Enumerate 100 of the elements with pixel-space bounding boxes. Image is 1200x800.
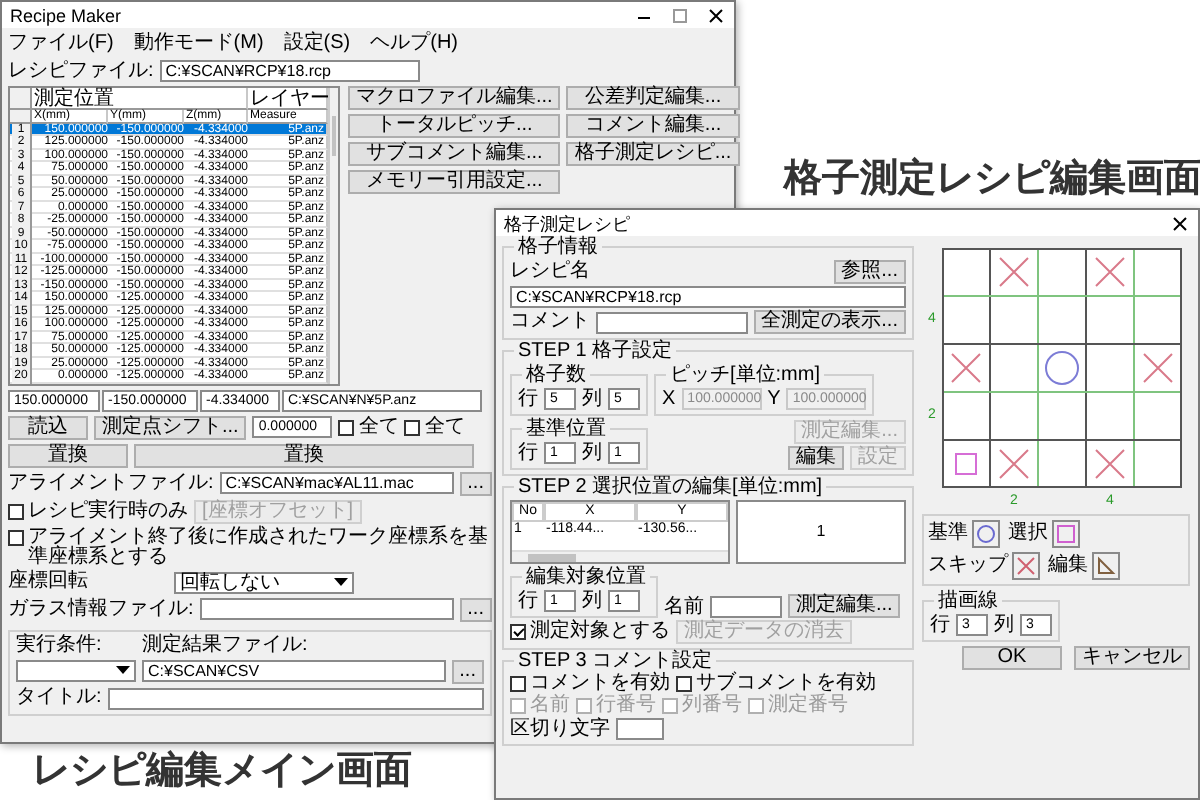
browse-button[interactable]: ... — [459, 597, 492, 621]
menu-item[interactable]: ファイル(F) — [8, 34, 114, 54]
field-label: 区切り文字 — [510, 719, 610, 739]
cross-mark — [999, 257, 1029, 287]
cross-mark — [1143, 353, 1173, 383]
field-label: コメント — [510, 312, 590, 332]
input-field[interactable] — [107, 687, 484, 709]
caption-text: レシピ編集メイン画面 — [32, 748, 412, 792]
input-field[interactable] — [616, 718, 664, 740]
checkbox[interactable]: 全て — [404, 417, 465, 437]
checkbox[interactable]: コメントを有効 — [510, 674, 670, 694]
preview-number: 1 — [816, 522, 826, 542]
checkbox[interactable]: レシピ実行時のみ — [8, 501, 188, 521]
field-label: レシピファイル: — [8, 61, 154, 81]
lattice-grid[interactable] — [942, 248, 1182, 488]
cross-mark — [1095, 449, 1125, 479]
maximize-icon[interactable] — [670, 5, 690, 25]
group-label: STEP 3 コメント設定 — [514, 652, 717, 672]
checkbox[interactable]: 測定対象とする — [510, 622, 670, 642]
group-label: 編集対象位置 — [522, 568, 650, 588]
circle-icon[interactable] — [972, 520, 1000, 548]
browse-button[interactable]: ... — [451, 659, 484, 683]
menu-item[interactable]: ヘルプ(H) — [370, 34, 459, 54]
checkbox[interactable]: アライメント終了後に作成されたワーク座標系を基準座標系とする — [8, 527, 492, 567]
recipe-file-field[interactable]: C:¥SCAN¥RCP¥18.rcp — [159, 60, 420, 82]
replace-button[interactable]: 置換 — [8, 443, 128, 467]
input-field[interactable] — [710, 596, 782, 618]
field-label: ガラス情報ファイル: — [8, 599, 194, 619]
measure-edit-button[interactable]: 測定編集... — [788, 594, 901, 618]
load-button[interactable]: 読込 — [8, 415, 88, 439]
cross-mark — [999, 449, 1029, 479]
circle-mark — [1045, 351, 1079, 385]
cancel-button[interactable]: キャンセル — [1074, 646, 1190, 670]
group-label: 格子情報 — [514, 238, 602, 258]
window-title: Recipe Maker — [10, 5, 122, 25]
action-button[interactable]: 格子測定レシピ... — [566, 142, 740, 166]
replace-button[interactable]: 置換 — [134, 443, 474, 467]
checkbox[interactable]: サブコメントを有効 — [676, 674, 876, 694]
square-mark — [955, 453, 977, 475]
input-field[interactable]: C:¥SCAN¥CSV — [142, 660, 446, 682]
legend-label: スキップ — [928, 556, 1008, 576]
group-label: ピッチ[単位:mm] — [666, 366, 824, 386]
cross-mark — [951, 353, 981, 383]
browse-button[interactable]: ... — [459, 471, 492, 495]
edit-button[interactable]: 編集 — [788, 446, 844, 470]
field-label: 列 — [994, 615, 1014, 635]
field-label: 名前 — [664, 598, 704, 618]
checkbox[interactable]: 全て — [338, 417, 399, 437]
triangle-icon[interactable] — [1092, 552, 1120, 580]
field-label: 行 — [518, 443, 538, 463]
field-label: 列 — [582, 389, 602, 409]
field-label: 行 — [930, 615, 950, 635]
column-group-header: 測定位置 — [32, 88, 248, 110]
action-button[interactable]: マクロファイル編集... — [348, 86, 561, 110]
field-label: タイトル: — [16, 688, 102, 708]
cross-icon[interactable] — [1012, 552, 1040, 580]
field-label: 実行条件: — [16, 635, 104, 655]
field-label: 行 — [518, 389, 538, 409]
field-label: 列 — [582, 591, 602, 611]
show-all-button[interactable]: 全測定の表示... — [753, 310, 906, 334]
group-label: 格子数 — [522, 366, 590, 386]
dropdown[interactable]: 回転しない — [174, 571, 354, 593]
action-button[interactable]: サブコメント編集... — [348, 142, 561, 166]
action-button[interactable]: コメント編集... — [566, 114, 740, 138]
header-cell — [10, 88, 32, 110]
action-button[interactable]: トータルピッチ... — [348, 114, 561, 138]
field-label: 座標回転 — [8, 572, 90, 592]
action-button[interactable]: メモリー引用設定... — [348, 170, 561, 194]
legend-label: 基準 — [928, 524, 968, 544]
shift-button[interactable]: 測定点シフト... — [94, 415, 247, 439]
dropdown[interactable] — [16, 660, 136, 682]
menu-item[interactable]: 設定(S) — [283, 34, 351, 54]
menu-item[interactable]: 動作モード(M) — [133, 34, 264, 54]
field-label: X — [662, 389, 676, 409]
field-label: 列 — [582, 443, 602, 463]
group-label: 基準位置 — [522, 420, 610, 440]
group-label: 描画線 — [934, 592, 1002, 612]
field-label: 測定結果ファイル: — [142, 635, 308, 655]
input-field[interactable] — [596, 311, 748, 333]
column-group-header: レイヤー — [248, 88, 328, 110]
caret-icon — [116, 666, 130, 676]
field-label: レシピ名 — [510, 262, 590, 282]
group-label: STEP 2 選択位置の編集[単位:mm] — [514, 478, 827, 498]
input-field[interactable] — [199, 598, 454, 620]
square-icon[interactable] — [1052, 520, 1080, 548]
group-label: STEP 1 格子設定 — [514, 342, 677, 362]
close-icon[interactable] — [1170, 213, 1190, 233]
field-label: 行 — [518, 591, 538, 611]
action-button[interactable]: 公差判定編集... — [566, 86, 740, 110]
ok-button[interactable]: OK — [962, 646, 1062, 670]
window-title: 格子測定レシピ — [504, 213, 630, 233]
legend-label: 選択 — [1008, 524, 1048, 544]
close-icon[interactable] — [706, 5, 726, 25]
browse-button[interactable]: 参照... — [833, 260, 906, 284]
legend-label: 編集 — [1048, 556, 1088, 576]
input-field[interactable]: C:¥SCAN¥RCP¥18.rcp — [510, 286, 906, 308]
cross-mark — [1095, 257, 1125, 287]
field-label: Y — [767, 389, 781, 409]
field-label: アライメントファイル: — [8, 473, 214, 493]
input-field[interactable]: C:¥SCAN¥mac¥AL11.mac — [219, 472, 454, 494]
